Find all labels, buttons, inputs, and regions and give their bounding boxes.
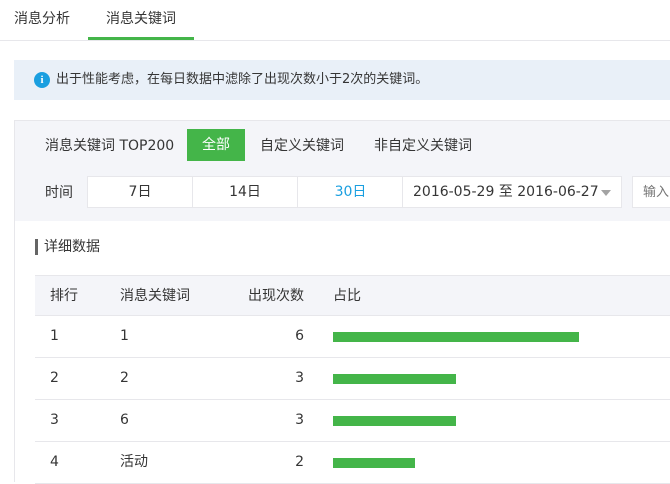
share-bar [333, 374, 456, 384]
caret-down-icon [601, 190, 611, 196]
table-row: 1 1 6 [35, 316, 670, 358]
header-count[interactable]: 出现次数 [245, 276, 304, 316]
share-bar [333, 458, 415, 468]
share-bar [333, 416, 456, 426]
table-row: 4 活动 2 [35, 442, 670, 484]
tab-message-analysis[interactable]: 消息分析 [14, 0, 70, 40]
row-rank: 3 [50, 412, 59, 428]
tab-message-keywords[interactable]: 消息关键词 [88, 0, 194, 40]
time-range-group: 7日 14日 30日 [87, 176, 404, 208]
keyword-search-input[interactable] [632, 176, 670, 208]
row-count: 3 [295, 412, 304, 428]
row-count: 6 [295, 328, 304, 344]
share-bar [333, 332, 579, 342]
time-label: 时间 [45, 185, 73, 201]
table-header: 排行 消息关键词 出现次数 占比 [35, 275, 670, 316]
range-30-days-button[interactable]: 30日 [298, 177, 403, 207]
row-keyword: 6 [120, 412, 129, 428]
row-rank: 4 [50, 454, 59, 470]
row-keyword: 2 [120, 370, 129, 386]
row-count: 2 [295, 454, 304, 470]
tab-all[interactable]: 全部 [187, 129, 245, 161]
notice-banner: i 出于性能考虑，在每日数据中滤除了出现次数小于2次的关键词。 [14, 60, 670, 100]
date-range-value: 2016-05-29 至 2016-06-27 [413, 184, 599, 200]
notice-text: 出于性能考虑，在每日数据中滤除了出现次数小于2次的关键词。 [56, 72, 429, 87]
filter-bar: 消息关键词 TOP200 全部 自定义关键词 非自定义关键词 时间 7日 14日… [15, 121, 670, 221]
header-share: 占比 [333, 288, 361, 304]
section-title: 详细数据 [35, 239, 100, 255]
row-rank: 2 [50, 370, 59, 386]
row-keyword: 1 [120, 328, 129, 344]
range-7-days-button[interactable]: 7日 [88, 177, 193, 207]
table-row: 2 2 3 [35, 358, 670, 400]
keyword-panel: 消息关键词 TOP200 全部 自定义关键词 非自定义关键词 时间 7日 14日… [14, 120, 670, 484]
tab-keyword-top200[interactable]: 消息关键词 TOP200 [45, 130, 174, 162]
header-rank: 排行 [50, 288, 78, 304]
top-tab-bar: 消息分析 消息关键词 [0, 0, 670, 41]
keyword-table: 排行 消息关键词 出现次数 占比 1 1 6 2 2 3 3 6 3 4 活动 … [35, 275, 670, 484]
range-14-days-button[interactable]: 14日 [193, 177, 298, 207]
row-count: 3 [295, 370, 304, 386]
tab-non-custom-keywords[interactable]: 非自定义关键词 [374, 130, 472, 162]
info-icon: i [34, 72, 50, 88]
table-row: 3 6 3 [35, 400, 670, 442]
date-range-select[interactable]: 2016-05-29 至 2016-06-27 [402, 176, 622, 208]
row-keyword: 活动 [120, 454, 148, 470]
tab-custom-keywords[interactable]: 自定义关键词 [260, 130, 344, 162]
header-keyword: 消息关键词 [120, 288, 190, 304]
row-rank: 1 [50, 328, 59, 344]
